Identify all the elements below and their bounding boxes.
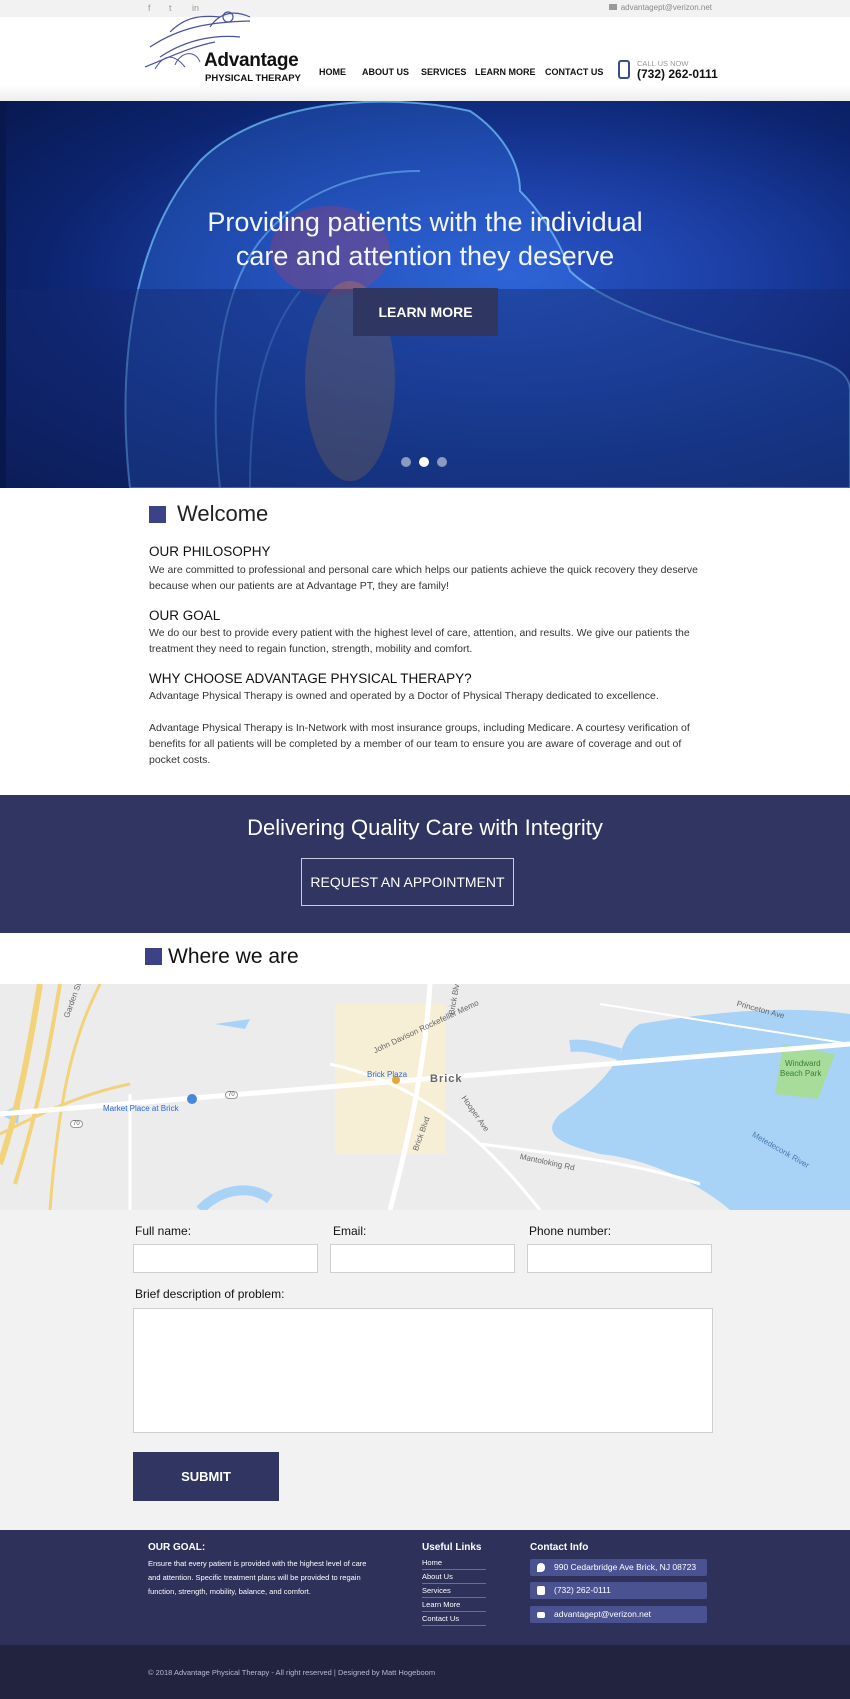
hero-title: Providing patients with the individual ca… (150, 205, 700, 273)
map-pin-icon (537, 1563, 545, 1572)
top-bar: f t in advantagept@verizon.net (0, 0, 850, 17)
contact-info-heading: Contact Info (530, 1542, 589, 1553)
where-square-icon (145, 948, 162, 965)
top-email-text: advantagept@verizon.net (620, 3, 712, 12)
nav-contact-us[interactable]: CONTACT US (545, 67, 603, 77)
map-label-market-place: Market Place at Brick (103, 1104, 179, 1113)
philosophy-line1: We are committed to professional and per… (149, 564, 699, 576)
map-label-windward-1: Windward (785, 1059, 821, 1068)
footer-goal-heading: OUR GOAL: (148, 1542, 206, 1553)
request-appointment-button[interactable]: REQUEST AN APPOINTMENT (301, 858, 514, 906)
email-label: Email: (333, 1224, 367, 1238)
footer-link-home[interactable]: Home (422, 1558, 486, 1570)
goal-line1: We do our best to provide every patient … (149, 627, 690, 639)
description-label: Brief description of problem: (135, 1287, 285, 1301)
banner-title: Delivering Quality Care with Integrity (247, 815, 603, 840)
philosophy-text: We are committed to professional and per… (149, 562, 709, 594)
map-canvas[interactable] (0, 984, 850, 1210)
goal-line2: treatment they need to regain function, … (149, 643, 473, 655)
phone-icon (618, 60, 630, 79)
footer-goal-line1: Ensure that every patient is provided wi… (148, 1559, 367, 1568)
footer-link-services[interactable]: Services (422, 1586, 486, 1598)
hero-title-line1: Providing patients with the individual (207, 207, 643, 237)
footer-goal-text: Ensure that every patient is provided wi… (148, 1557, 388, 1599)
goal-text: We do our best to provide every patient … (149, 625, 709, 657)
network-line2: benefits for all patients will be comple… (149, 738, 682, 750)
network-line1: Advantage Physical Therapy is In-Network… (149, 722, 690, 734)
welcome-heading: Welcome (177, 501, 269, 526)
nav-about-us[interactable]: ABOUT US (362, 67, 409, 77)
footer-link-about-us[interactable]: About Us (422, 1572, 486, 1584)
site-header (0, 17, 850, 102)
nav-learn-more[interactable]: LEARN MORE (475, 67, 536, 77)
why-text: Advantage Physical Therapy is owned and … (149, 690, 659, 702)
copyright-text: © 2018 Advantage Physical Therapy - All … (148, 1668, 436, 1677)
hero-learn-more-button[interactable]: LEARN MORE (353, 288, 498, 336)
envelope-icon (537, 1612, 545, 1618)
slider-dot-1[interactable] (401, 457, 411, 467)
footer-phone-text: (732) 262-0111 (554, 1585, 611, 1595)
header-phone[interactable]: (732) 262-0111 (637, 67, 718, 81)
location-map[interactable]: Garden State Pkwy John Davison Rockefell… (0, 984, 850, 1210)
footer-address-text: 990 Cedarbridge Ave Brick, NJ 08723 (554, 1562, 697, 1572)
where-heading: Where we are (168, 945, 299, 968)
full-name-label: Full name: (135, 1224, 192, 1238)
footer-link-learn-more[interactable]: Learn More (422, 1600, 486, 1612)
submit-button[interactable]: SUBMIT (133, 1452, 279, 1501)
footer-goal-line3: function, strength, mobility, balance, a… (148, 1587, 311, 1596)
map-label-route-70a: 70 (225, 1091, 238, 1099)
nav-home[interactable]: HOME (319, 67, 346, 77)
top-email-link[interactable]: advantagept@verizon.net (608, 3, 712, 12)
philosophy-heading: OUR PHILOSOPHY (149, 544, 271, 559)
philosophy-line2: because when our patients are at Advanta… (149, 580, 450, 592)
footer-email[interactable]: advantagept@verizon.net (530, 1606, 707, 1623)
map-label-windward-2: Beach Park (780, 1069, 822, 1078)
logo-title[interactable]: Advantage (204, 50, 299, 72)
full-name-field[interactable] (133, 1244, 318, 1273)
email-field[interactable] (330, 1244, 515, 1273)
phone-label: Phone number: (529, 1224, 612, 1238)
slider-dot-2[interactable] (419, 457, 429, 467)
network-line3: pocket costs. (149, 754, 211, 766)
footer-goal-line2: and attention. Specific treatment plans … (148, 1573, 361, 1582)
map-label-brick: Brick (430, 1073, 463, 1085)
useful-links-heading: Useful Links (422, 1542, 482, 1553)
welcome-square-icon (149, 506, 166, 523)
network-text: Advantage Physical Therapy is In-Network… (149, 720, 709, 768)
phone-field[interactable] (527, 1244, 712, 1273)
nav-services[interactable]: SERVICES (421, 67, 466, 77)
footer-phone[interactable]: (732) 262-0111 (530, 1582, 707, 1599)
why-heading: WHY CHOOSE ADVANTAGE PHYSICAL THERAPY? (149, 671, 472, 686)
logo-subtitle: PHYSICAL THERAPY (205, 73, 301, 84)
footer-address[interactable]: 990 Cedarbridge Ave Brick, NJ 08723 (530, 1559, 707, 1576)
footer-link-contact-us[interactable]: Contact Us (422, 1614, 486, 1626)
slider-dot-3[interactable] (437, 457, 447, 467)
phone-handset-icon (537, 1586, 545, 1595)
envelope-icon (608, 4, 617, 10)
footer-email-text: advantagept@verizon.net (554, 1609, 651, 1619)
hero-title-line2: care and attention they deserve (235, 241, 615, 271)
map-label-route-70b: 70 (70, 1120, 83, 1128)
goal-heading: OUR GOAL (149, 608, 221, 623)
map-label-brick-plaza: Brick Plaza (367, 1070, 408, 1079)
description-textarea[interactable] (133, 1308, 713, 1433)
